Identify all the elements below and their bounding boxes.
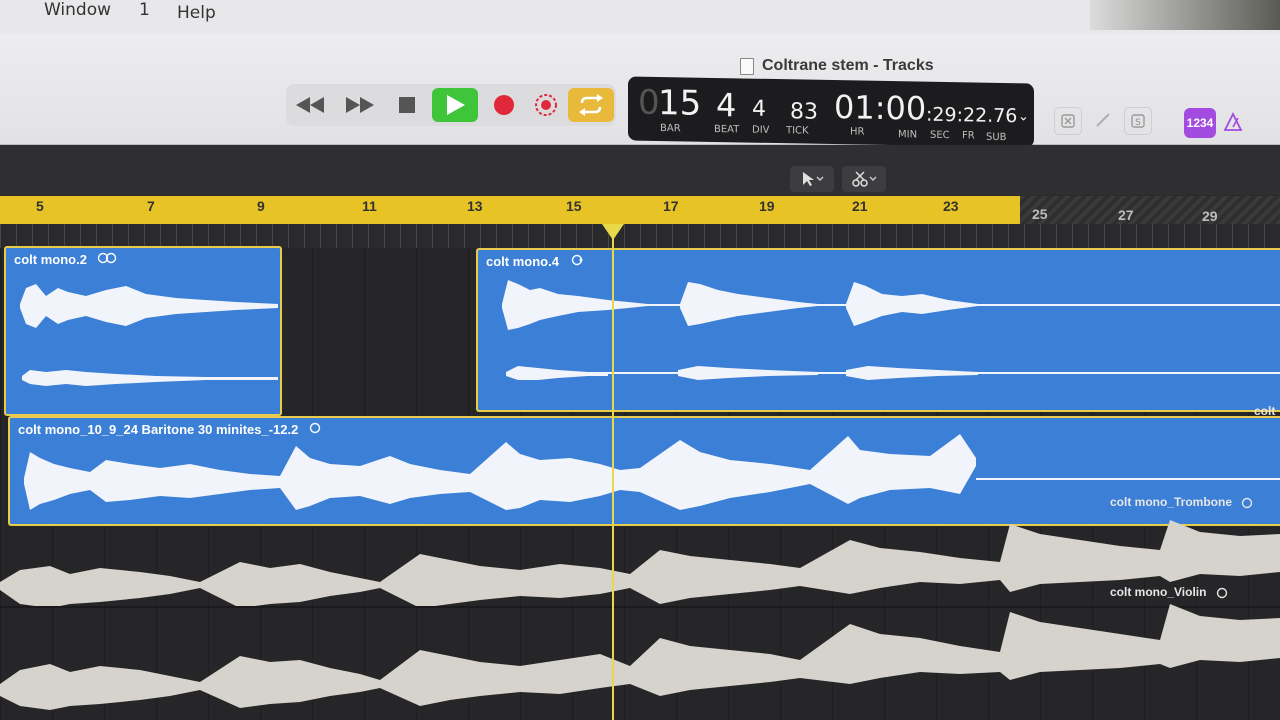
tuner-icon — [1061, 114, 1075, 128]
lcd-time-hr: 01:00 — [834, 88, 927, 128]
loop-icon — [1216, 587, 1228, 599]
ruler-bar-label: 5 — [36, 198, 44, 214]
fast-forward-icon — [346, 97, 374, 113]
pencil-icon — [1096, 113, 1110, 127]
cycle-icon — [579, 94, 603, 116]
region-name: colt mono_Trombone — [1110, 495, 1233, 509]
scissors-tool-icon — [852, 171, 877, 187]
metronome-button[interactable] — [1220, 109, 1246, 135]
audio-region[interactable]: colt mono.4 — [476, 248, 1280, 412]
lcd-label-min: MIN — [898, 129, 918, 141]
lcd-tick: 83 — [790, 99, 818, 125]
ruler-bar-label: 19 — [759, 198, 775, 214]
rewind-icon — [296, 97, 324, 113]
ruler-bar-label: 25 — [1032, 206, 1048, 222]
background-object — [1090, 0, 1280, 30]
stop-button[interactable] — [392, 88, 422, 122]
waveform — [24, 434, 1280, 510]
lcd-label-tick: TICK — [786, 125, 809, 137]
play-button[interactable] — [432, 88, 478, 122]
lcd-label-sec: SEC — [930, 129, 950, 142]
ruler-bar-label: 27 — [1118, 207, 1134, 223]
record-button[interactable] — [488, 88, 520, 122]
metronome-icon — [1223, 112, 1243, 131]
metronome-mute-button[interactable] — [1090, 107, 1116, 133]
ruler-bar-label: 17 — [663, 198, 679, 214]
lcd-beat: 4 — [716, 85, 737, 125]
menu-bar: Window 1 Help — [0, 0, 1280, 34]
capture-record-icon — [535, 94, 557, 116]
ruler-bar-label: 13 — [467, 198, 483, 214]
lcd-div: 4 — [752, 96, 766, 122]
region-name-edge: colt — [1254, 404, 1276, 418]
menu-help[interactable]: Help — [177, 3, 216, 23]
rewind-button[interactable] — [292, 88, 328, 122]
lcd-label-bar: BAR — [660, 123, 681, 135]
svg-text:S: S — [1135, 118, 1141, 128]
ruler-bar-label: 11 — [362, 198, 377, 214]
lcd-label-fr: FR — [962, 130, 975, 142]
lcd-time-rest: :29:22.76 — [926, 103, 1018, 128]
chevron-down-icon[interactable]: ⌄ — [1018, 109, 1029, 124]
tracks-tool-strip — [0, 145, 1280, 195]
document-icon — [740, 58, 754, 75]
lcd-display[interactable]: 0 15 4 4 83 01:00 :29:22.76 BAR BEAT DIV… — [628, 76, 1034, 148]
waveform — [502, 280, 1280, 380]
capture-record-button[interactable] — [530, 88, 562, 122]
ruler-bar-label: 29 — [1202, 208, 1218, 224]
loop-icon — [1241, 497, 1253, 509]
menu-1[interactable]: 1 — [139, 0, 150, 20]
stop-icon — [399, 97, 415, 113]
lcd-bar: 15 — [658, 82, 702, 124]
ruler-bar-label: 7 — [147, 198, 155, 214]
ruler-ticks — [0, 224, 1280, 248]
cycle-button[interactable] — [568, 88, 614, 122]
count-in-button[interactable]: 1234 — [1184, 108, 1216, 138]
record-icon — [494, 95, 514, 115]
window-title: Coltrane stem - Tracks — [762, 57, 934, 74]
pointer-tool-icon — [803, 172, 824, 186]
solo-button[interactable]: S — [1124, 107, 1152, 135]
lcd-label-div: DIV — [752, 124, 770, 136]
waveform-violin — [0, 604, 1280, 710]
ruler-bar-label: 15 — [566, 198, 582, 214]
lcd-label-hr: HR — [850, 126, 865, 138]
playhead[interactable] — [612, 226, 614, 720]
ruler-bar-label: 23 — [943, 198, 959, 214]
solo-icon: S — [1131, 114, 1145, 128]
fast-forward-button[interactable] — [342, 88, 378, 122]
tuner-button[interactable] — [1054, 107, 1082, 135]
region-name: colt mono_Violin — [1110, 585, 1207, 599]
playhead-handle[interactable] — [602, 224, 624, 240]
play-icon — [447, 95, 465, 115]
menu-window[interactable]: Window — [44, 0, 111, 20]
waveform — [20, 284, 278, 386]
scissors-tool-menu[interactable] — [842, 166, 886, 192]
ruler-bar-label: 9 — [257, 198, 265, 214]
ruler-bar-label: 21 — [852, 198, 868, 214]
ruler-beyond-cycle — [1020, 196, 1280, 224]
lcd-bar-leading: 0 — [638, 82, 660, 124]
lcd-label-sub: SUB — [986, 131, 1007, 144]
track-region-violin[interactable]: colt mono_Violin — [1110, 585, 1228, 599]
lcd-label-beat: BEAT — [714, 123, 740, 136]
track-region-trombone[interactable]: colt mono_Trombone — [1110, 495, 1253, 509]
audio-region[interactable]: colt mono.2 — [4, 246, 282, 416]
pointer-tool-menu[interactable] — [790, 166, 834, 192]
